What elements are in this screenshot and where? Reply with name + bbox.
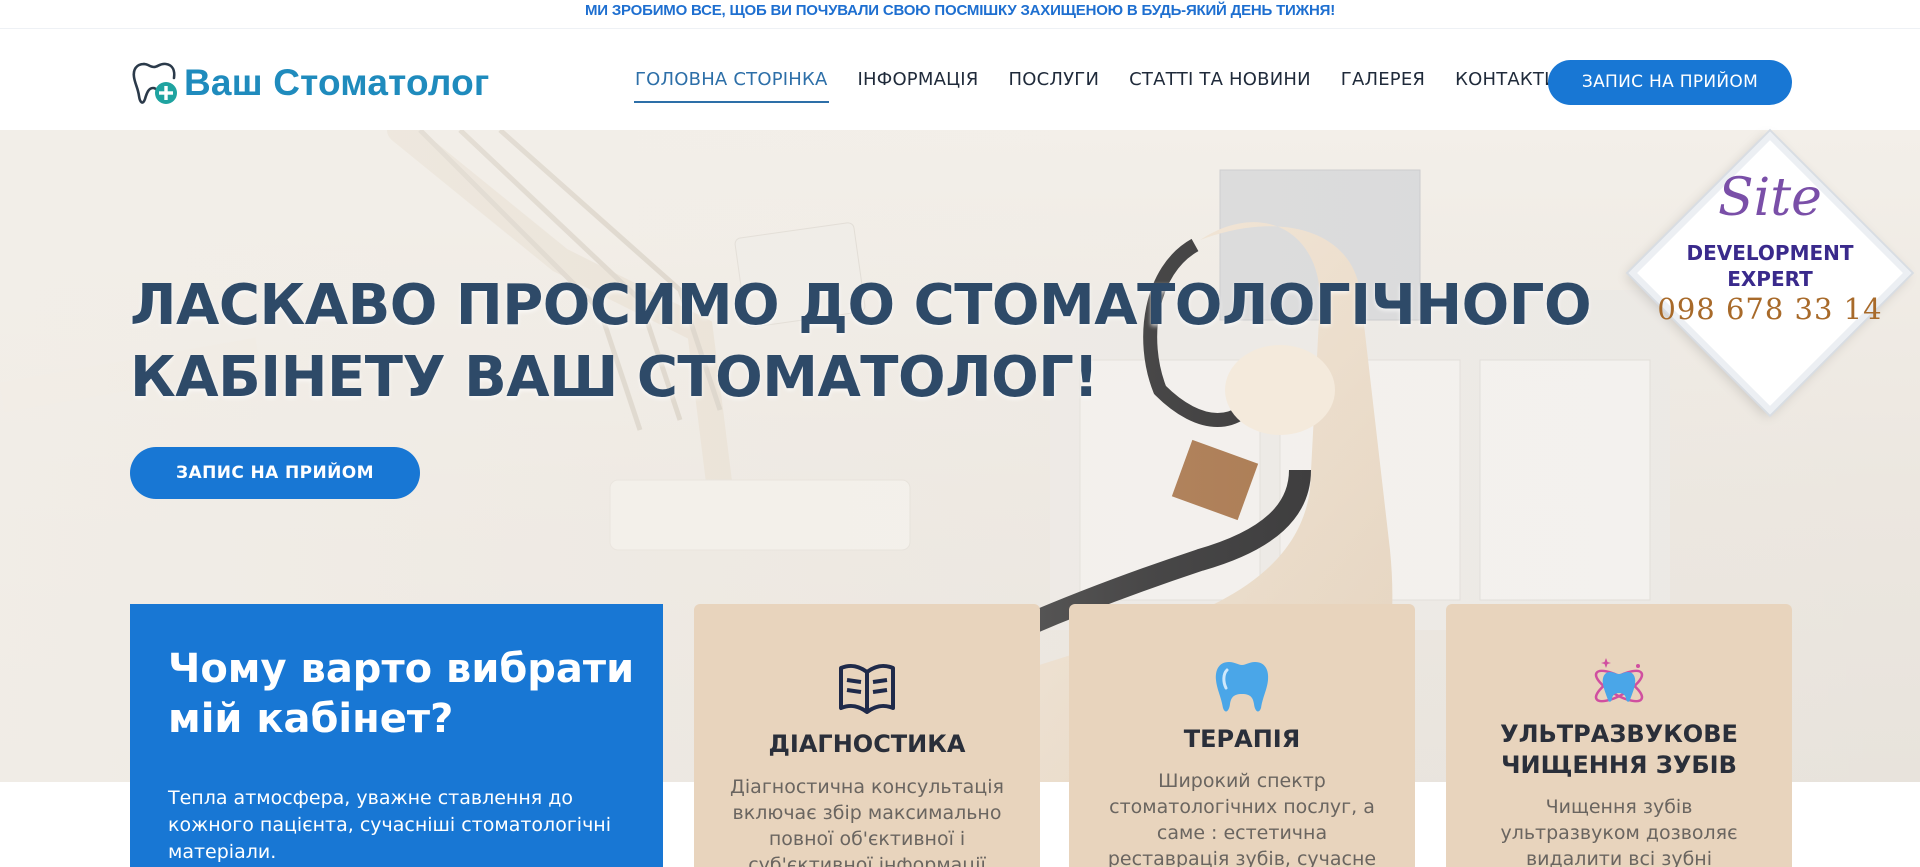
badge-line-2: EXPERT <box>1727 267 1813 291</box>
hero-title: ЛАСКАВО ПРОСИМО ДО СТОМАТОЛОГІЧНОГО КАБІ… <box>130 270 1630 414</box>
service-title-therapy: ТЕРАПІЯ <box>1183 725 1301 753</box>
badge-line-1: DEVELOPMENT <box>1686 241 1854 265</box>
service-card-ultrasonic[interactable]: УЛЬТРАЗВУКОВЕ ЧИЩЕННЯ ЗУБІВ Чищення зубі… <box>1446 604 1792 867</box>
hero-title-line-1: ЛАСКАВО ПРОСИМО ДО СТОМАТОЛОГІЧНОГО <box>130 273 1592 338</box>
top-banner: МИ ЗРОБИМО ВСЕ, ЩОБ ВИ ПОЧУВАЛИ СВОЮ ПОС… <box>0 0 1920 28</box>
badge-phone: 098 678 33 14 <box>1657 292 1883 326</box>
service-title-diagnostics: ДІАГНОСТИКА <box>768 730 966 758</box>
logo-text: Ваш Стоматолог <box>184 62 490 103</box>
why-choose-text: Тепла атмосфера, уважне ставлення до кож… <box>168 787 612 863</box>
badge-dev-text: DEVELOPMENT EXPERT <box>1625 240 1915 292</box>
nav-item-home[interactable]: ГОЛОВНА СТОРІНКА <box>620 69 843 103</box>
nav-item-services[interactable]: ПОСЛУГИ <box>994 69 1115 103</box>
why-choose-card: Чому варто вибрати мій кабінет? Тепла ат… <box>130 604 663 867</box>
nav-item-info[interactable]: ІНФОРМАЦІЯ <box>843 69 994 103</box>
sparkle-tooth-icon <box>1446 654 1792 714</box>
service-text-therapy: Широкий спектр стоматологічних послуг, а… <box>1107 770 1377 867</box>
logo[interactable]: Ваш Стоматолог <box>130 57 490 109</box>
service-title-ultrasonic: УЛЬТРАЗВУКОВЕ ЧИЩЕННЯ ЗУБІВ <box>1500 720 1738 779</box>
site-header: Ваш Стоматолог ГОЛОВНА СТОРІНКА ІНФОРМАЦ… <box>0 28 1920 130</box>
hero-appointment-button[interactable]: ЗАПИС НА ПРИЙОМ <box>130 447 420 499</box>
why-choose-title: Чому варто вибрати мій кабінет? <box>168 646 635 742</box>
service-card-therapy[interactable]: ТЕРАПІЯ Широкий спектр стоматологічних п… <box>1069 604 1415 867</box>
tooth-plus-icon <box>130 58 180 108</box>
nav-item-articles[interactable]: СТАТТІ ТА НОВИНИ <box>1114 69 1326 103</box>
tooth-icon <box>1069 654 1415 714</box>
hero-title-line-2: КАБІНЕТУ ВАШ СТОМАТОЛОГ! <box>130 345 1099 410</box>
site-development-badge[interactable]: Site DEVELOPMENT EXPERT 098 678 33 14 <box>1625 128 1915 418</box>
nav-item-gallery[interactable]: ГАЛЕРЕЯ <box>1326 69 1440 103</box>
service-text-ultrasonic: Чищення зубів ультразвуком дозволяє вида… <box>1500 796 1738 867</box>
top-banner-text: МИ ЗРОБИМО ВСЕ, ЩОБ ВИ ПОЧУВАЛИ СВОЮ ПОС… <box>585 2 1335 19</box>
header-appointment-button[interactable]: ЗАПИС НА ПРИЙОМ <box>1548 60 1792 105</box>
badge-site-text: Site <box>1718 168 1822 228</box>
service-text-diagnostics: Діагностична консультація включає збір м… <box>730 776 1004 867</box>
service-card-diagnostics[interactable]: ДІАГНОСТИКА Діагностична консультація вк… <box>694 604 1040 867</box>
main-nav: ГОЛОВНА СТОРІНКА ІНФОРМАЦІЯ ПОСЛУГИ СТАТ… <box>620 69 1573 103</box>
book-icon <box>694 654 1040 714</box>
